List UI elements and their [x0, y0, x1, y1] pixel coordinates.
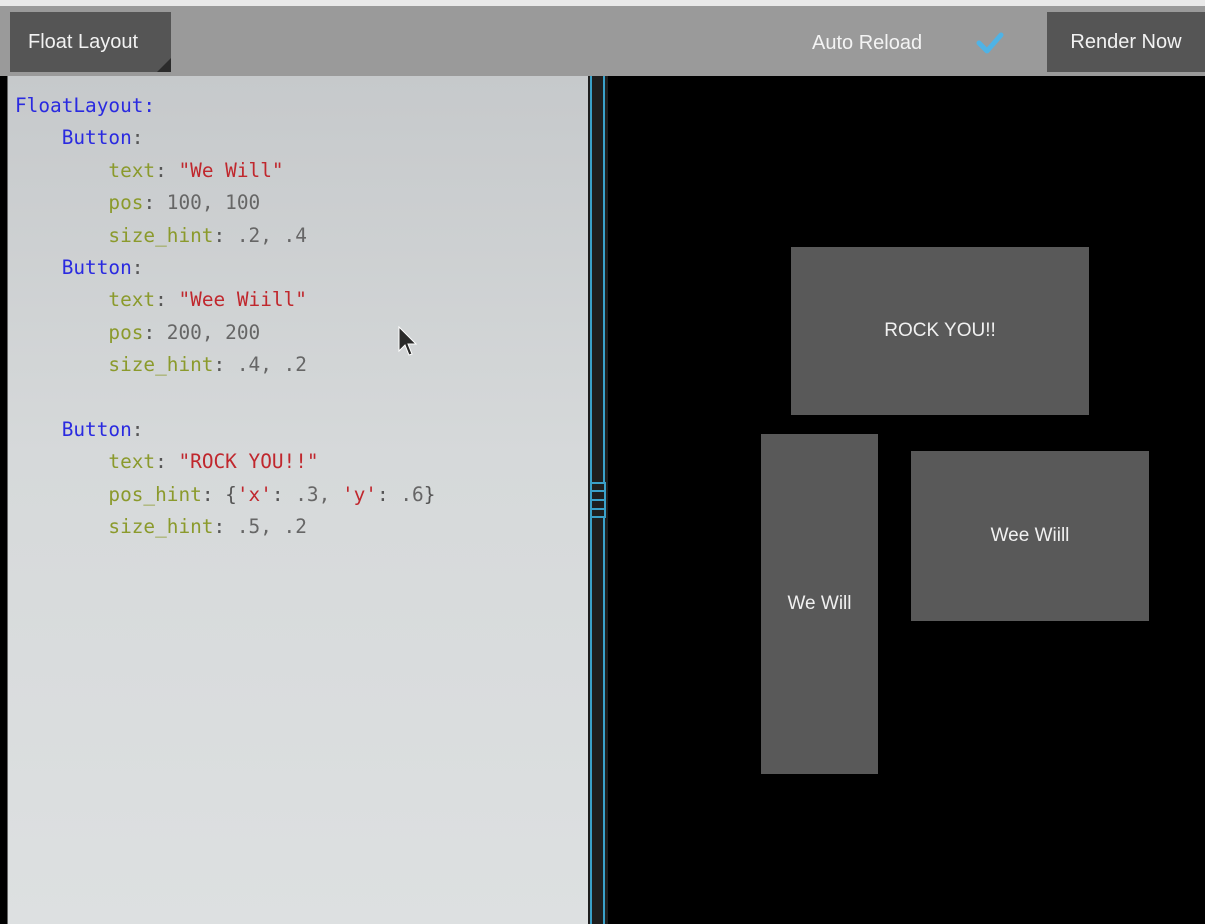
rock-you-button[interactable]: ROCK YOU!!: [791, 247, 1089, 415]
code-token: 'x': [236, 482, 272, 506]
code-token: 100, 100: [166, 191, 261, 215]
code-token: .2, .4: [236, 223, 307, 247]
code-token: size_hint: [108, 223, 214, 247]
code-token: :: [143, 94, 156, 117]
render-now-button[interactable]: Render Now: [1047, 12, 1205, 72]
code-line: text: "ROCK YOU!!": [15, 446, 435, 478]
code-token: size_hint: [108, 353, 214, 377]
code-line: Button:: [15, 414, 435, 446]
code-token: pos_hint: [108, 482, 202, 506]
code-line: size_hint: .4, .2: [15, 349, 435, 381]
code-token: size_hint: [108, 515, 214, 539]
code-content: FloatLayout: Button: text: "We Will" pos…: [15, 90, 435, 543]
we-will-button[interactable]: We Will: [761, 434, 878, 774]
wee-wiill-button[interactable]: Wee Wiill: [911, 451, 1149, 621]
code-line: size_hint: .5, .2: [15, 511, 435, 543]
mouse-pointer-icon: [398, 326, 418, 356]
code-token: .5, .2: [236, 515, 307, 539]
code-token: 'y': [341, 482, 377, 506]
code-token: :: [201, 482, 226, 506]
code-token: "ROCK YOU!!": [178, 450, 319, 474]
code-editor[interactable]: FloatLayout: Button: text: "We Will" pos…: [7, 76, 588, 924]
code-token: Button: [61, 417, 132, 441]
code-token: "Wee Wiill": [178, 288, 307, 312]
code-token: :: [155, 288, 179, 312]
code-token: :: [213, 515, 237, 539]
code-token: :: [131, 417, 144, 441]
code-token: .4, .2: [236, 353, 307, 377]
code-token: :: [213, 223, 237, 247]
code-token: :: [376, 482, 401, 506]
auto-reload-checkbox[interactable]: [976, 30, 1004, 56]
auto-reload-label: Auto Reload: [812, 32, 923, 54]
layout-selector-label: Float Layout: [28, 31, 139, 53]
code-token: pos: [108, 191, 144, 215]
code-token: FloatLayout: [15, 94, 144, 117]
toolbar: Float Layout Auto Reload Render Now: [0, 0, 1205, 76]
code-token: :: [131, 126, 144, 150]
code-token: Button: [61, 126, 132, 150]
layout-selector-button[interactable]: Float Layout: [10, 12, 171, 72]
code-line: pos: 100, 100: [15, 187, 435, 219]
code-token: :: [155, 450, 179, 474]
code-token: :: [213, 353, 237, 377]
code-token: "We Will": [178, 158, 284, 182]
code-token: text: [108, 288, 156, 312]
code-token: :: [143, 191, 167, 215]
code-token: .6: [400, 482, 424, 506]
code-token: }: [423, 482, 436, 506]
code-token: text: [108, 450, 156, 474]
code-line: pos_hint: {'x': .3, 'y': .6}: [15, 479, 435, 511]
code-line: text: "Wee Wiill": [15, 284, 435, 316]
code-line: Button:: [15, 252, 435, 284]
render-preview: ROCK YOU!! We Will Wee Wiill: [608, 76, 1205, 924]
code-line: FloatLayout:: [15, 90, 435, 122]
splitter-grip-icon: [590, 482, 606, 518]
checkmark-icon: [976, 32, 1004, 54]
code-token: :: [155, 158, 179, 182]
code-line: size_hint: .2, .4: [15, 220, 435, 252]
code-line: Button:: [15, 122, 435, 154]
code-token: :: [143, 320, 167, 344]
code-token: {: [225, 482, 237, 506]
pane-splitter[interactable]: [588, 76, 608, 924]
code-token: pos: [108, 320, 144, 344]
code-token: :: [131, 255, 144, 279]
code-token: .3,: [295, 482, 342, 506]
code-token: text: [108, 158, 156, 182]
code-token: 200, 200: [166, 320, 261, 344]
code-line: text: "We Will": [15, 155, 435, 187]
code-token: :: [271, 482, 296, 506]
code-token: Button: [61, 255, 132, 279]
code-line: pos: 200, 200: [15, 317, 435, 349]
dropdown-corner-icon: [157, 58, 171, 72]
